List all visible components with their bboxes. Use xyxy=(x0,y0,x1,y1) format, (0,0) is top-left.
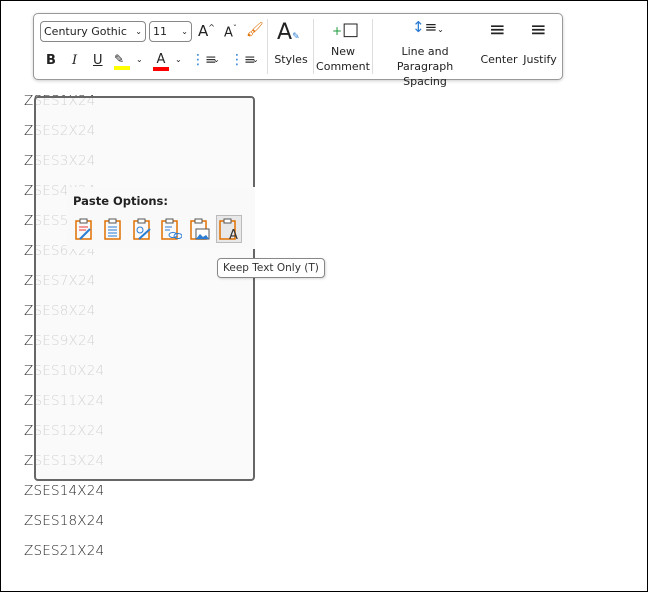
center-label: Center xyxy=(480,53,518,66)
document-line[interactable]: ZSES18X24 xyxy=(24,511,104,541)
highlighter-icon: ✎ xyxy=(114,52,125,66)
font-color-button[interactable]: A xyxy=(153,52,169,71)
clipboard-link-icon xyxy=(161,218,182,240)
clipboard-text-icon xyxy=(104,218,121,240)
clipboard-brush-icon xyxy=(75,218,92,240)
font-color-bar xyxy=(153,67,169,71)
center-button[interactable]: ≡ Center xyxy=(479,14,519,79)
chevron-down-icon[interactable]: ⌄ xyxy=(136,55,143,64)
justify-label: Justify xyxy=(523,53,557,66)
font-size-value: 11 xyxy=(153,25,167,38)
line-spacing-icon: ↕≡⌄ xyxy=(412,18,444,36)
clipboard-link-brush-icon xyxy=(133,218,151,240)
shrink-font-icon[interactable]: Aˇ xyxy=(224,24,237,40)
paste-options-title: Paste Options: xyxy=(73,194,169,208)
underline-button[interactable]: U xyxy=(93,53,103,68)
bold-button[interactable]: B xyxy=(46,53,56,68)
mini-toolbar: Century Gothic ⌄ 11 ⌄ A^ Aˇ 🖌 B I U ✎ ⌄ A … xyxy=(33,13,563,88)
divider xyxy=(267,19,268,74)
new-comment-button[interactable]: +□ New Comment xyxy=(315,14,371,79)
font-name-select[interactable]: Century Gothic ⌄ xyxy=(40,21,146,42)
line-spacing-label: Line and Paragraph Spacing xyxy=(396,45,454,88)
chevron-down-icon[interactable]: ⌄ xyxy=(252,55,259,64)
styles-button[interactable]: A✎ Styles xyxy=(270,14,312,79)
paste-options: Paste Options: A xyxy=(67,187,255,249)
chevron-down-icon: ⌄ xyxy=(181,27,188,36)
document-line[interactable]: ZSES14X24 xyxy=(24,481,104,511)
divider xyxy=(313,19,314,74)
font-size-select[interactable]: 11 ⌄ xyxy=(149,21,192,42)
comment-add-icon: +□ xyxy=(332,19,360,40)
document-line[interactable]: ZSES21X24 xyxy=(24,541,104,571)
font-color-icon: A xyxy=(156,52,166,67)
clipboard-picture-icon xyxy=(190,218,210,240)
chevron-down-icon[interactable]: ⌄ xyxy=(175,55,182,64)
context-menu xyxy=(34,96,255,481)
clipboard-text-only-icon: A xyxy=(219,218,238,241)
grow-font-icon[interactable]: A^ xyxy=(198,22,215,40)
paste-picture-button[interactable] xyxy=(187,215,213,243)
paste-keep-source-formatting-button[interactable] xyxy=(71,215,97,243)
paste-keep-text-only-button[interactable]: A xyxy=(216,215,242,243)
styles-icon: A✎ xyxy=(277,20,300,45)
format-painter-icon[interactable]: 🖌 xyxy=(246,22,264,38)
highlight-button[interactable]: ✎ xyxy=(114,52,130,70)
svg-text:A: A xyxy=(229,228,238,241)
line-paragraph-spacing-button[interactable]: ↕≡⌄ Line and Paragraph Spacing xyxy=(374,14,476,88)
tooltip: Keep Text Only (T) xyxy=(217,258,325,278)
paste-merge-formatting-button[interactable] xyxy=(100,215,126,243)
paste-destination-styles-button[interactable] xyxy=(129,215,155,243)
new-comment-label: New Comment xyxy=(316,45,370,73)
divider xyxy=(372,19,373,74)
highlight-color-bar xyxy=(114,66,130,70)
chevron-down-icon[interactable]: ⌄ xyxy=(213,55,220,64)
font-name-value: Century Gothic xyxy=(44,25,127,38)
styles-label: Styles xyxy=(274,53,308,66)
italic-button[interactable]: I xyxy=(72,53,77,68)
align-justify-icon: ≡ xyxy=(530,17,547,41)
align-center-icon: ≡ xyxy=(489,17,506,41)
chevron-down-icon: ⌄ xyxy=(135,27,142,36)
paste-link-button[interactable] xyxy=(158,215,184,243)
justify-button[interactable]: ≡ Justify xyxy=(520,14,560,79)
